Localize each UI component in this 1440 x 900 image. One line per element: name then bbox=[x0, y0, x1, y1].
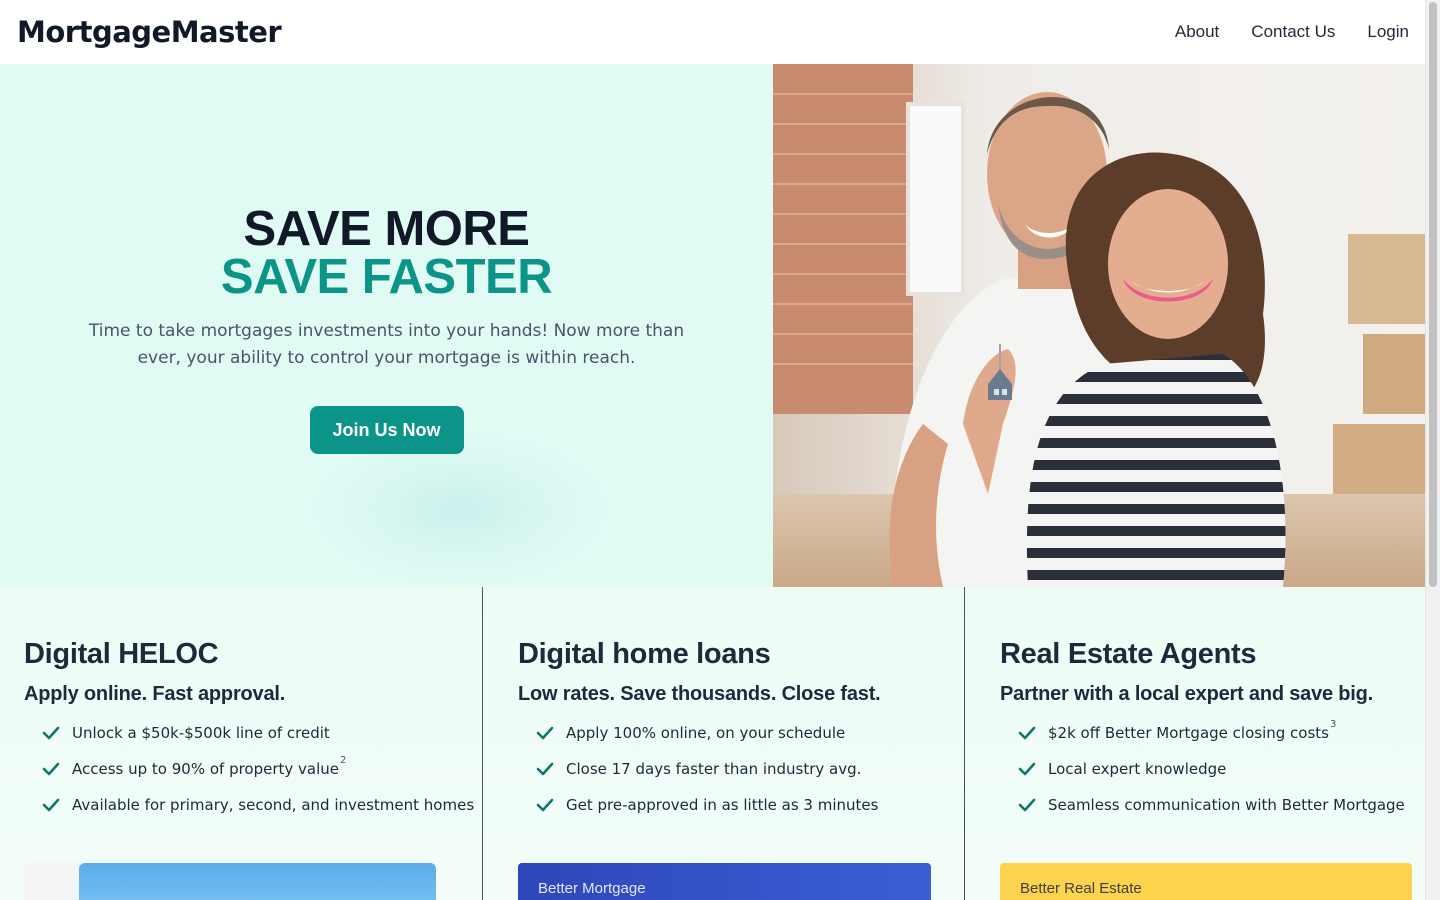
list-item-text: Apply 100% online, on your schedule bbox=[566, 724, 846, 742]
nav-about-link[interactable]: About bbox=[1175, 22, 1219, 42]
feature-list: $2k off Better Mortgage closing costs 3 L… bbox=[1000, 715, 1425, 823]
footnote-marker[interactable]: 3 bbox=[1330, 719, 1336, 730]
list-item-text: Get pre-approved in as little as 3 minut… bbox=[566, 796, 879, 814]
scrollbar-thumb[interactable] bbox=[1429, 2, 1437, 587]
card-label: Better Mortgage bbox=[538, 880, 646, 897]
features-section: Digital HELOC Apply online. Fast approva… bbox=[0, 587, 1425, 900]
hero-photo bbox=[773, 64, 1425, 587]
feature-subtitle: Low rates. Save thousands. Close fast. bbox=[518, 683, 881, 705]
feature-digital-heloc: Digital HELOC Apply online. Fast approva… bbox=[0, 587, 482, 900]
hero-text-panel: SAVE MORE SAVE FASTER Time to take mortg… bbox=[0, 64, 773, 587]
checkmark-icon bbox=[1018, 726, 1048, 740]
checkmark-icon bbox=[536, 798, 566, 812]
feature-title: Real Estate Agents bbox=[1000, 638, 1257, 670]
list-item: Unlock a $50k-$500k line of credit bbox=[42, 715, 482, 751]
checkmark-icon bbox=[42, 798, 72, 812]
footnote-marker[interactable]: 2 bbox=[340, 755, 346, 766]
hero-headline-accent: SAVE FASTER bbox=[220, 250, 553, 304]
feature-subtitle: Apply online. Fast approval. bbox=[24, 683, 286, 705]
list-item-text: Local expert knowledge bbox=[1048, 760, 1227, 778]
list-item: Access up to 90% of property value 2 bbox=[42, 751, 482, 787]
feature-title: Digital HELOC bbox=[24, 638, 219, 670]
hero-glow-decoration bbox=[315, 434, 605, 584]
checkmark-icon bbox=[1018, 798, 1048, 812]
list-item-text: Close 17 days faster than industry avg. bbox=[566, 760, 862, 778]
nav-contact-link[interactable]: Contact Us bbox=[1251, 22, 1335, 42]
list-item: Available for primary, second, and inves… bbox=[42, 787, 482, 823]
top-nav: About Contact Us Login bbox=[1175, 22, 1409, 42]
heloc-preview-card[interactable] bbox=[24, 863, 436, 900]
nav-login-link[interactable]: Login bbox=[1367, 22, 1409, 42]
feature-real-estate-agents: Real Estate Agents Partner with a local … bbox=[964, 587, 1425, 900]
hero-subtitle: Time to take mortgages investments into … bbox=[88, 321, 685, 368]
checkmark-icon bbox=[42, 762, 72, 776]
site-logo[interactable]: MortgageMaster bbox=[17, 15, 282, 49]
feature-list: Apply 100% online, on your schedule Clos… bbox=[518, 715, 964, 823]
list-item-text: Available for primary, second, and inves… bbox=[72, 796, 475, 814]
sky-photo-strip bbox=[79, 863, 436, 900]
list-item: Close 17 days faster than industry avg. bbox=[536, 751, 964, 787]
list-item-text: Seamless communication with Better Mortg… bbox=[1048, 796, 1405, 814]
list-item-text: Unlock a $50k-$500k line of credit bbox=[72, 724, 330, 742]
site-header: MortgageMaster About Contact Us Login bbox=[0, 0, 1425, 64]
feature-subtitle: Partner with a local expert and save big… bbox=[1000, 683, 1374, 705]
better-real-estate-card[interactable]: Better Real Estate bbox=[1000, 863, 1412, 900]
feature-digital-home-loans: Digital home loans Low rates. Save thous… bbox=[482, 587, 964, 900]
list-item: Local expert knowledge bbox=[1018, 751, 1425, 787]
hero-section: SAVE MORE SAVE FASTER Time to take mortg… bbox=[0, 64, 1425, 587]
list-item: Apply 100% online, on your schedule bbox=[536, 715, 964, 751]
join-us-button[interactable]: Join Us Now bbox=[309, 406, 464, 454]
list-item: Seamless communication with Better Mortg… bbox=[1018, 787, 1425, 823]
couple-holding-house-keys-photo-icon bbox=[773, 64, 1425, 587]
list-item: $2k off Better Mortgage closing costs 3 bbox=[1018, 715, 1425, 751]
checkmark-icon bbox=[536, 762, 566, 776]
feature-list: Unlock a $50k-$500k line of credit Acces… bbox=[24, 715, 482, 823]
list-item: Get pre-approved in as little as 3 minut… bbox=[536, 787, 964, 823]
hero-headline-primary: SAVE MORE bbox=[243, 202, 530, 256]
list-item-text: $2k off Better Mortgage closing costs bbox=[1048, 724, 1329, 742]
feature-title: Digital home loans bbox=[518, 638, 771, 670]
page-scrollbar[interactable] bbox=[1425, 0, 1440, 900]
better-mortgage-card[interactable]: Better Mortgage bbox=[518, 863, 931, 900]
checkmark-icon bbox=[42, 726, 72, 740]
checkmark-icon bbox=[1018, 762, 1048, 776]
checkmark-icon bbox=[536, 726, 566, 740]
card-label: Better Real Estate bbox=[1020, 880, 1142, 897]
list-item-text: Access up to 90% of property value bbox=[72, 760, 340, 778]
